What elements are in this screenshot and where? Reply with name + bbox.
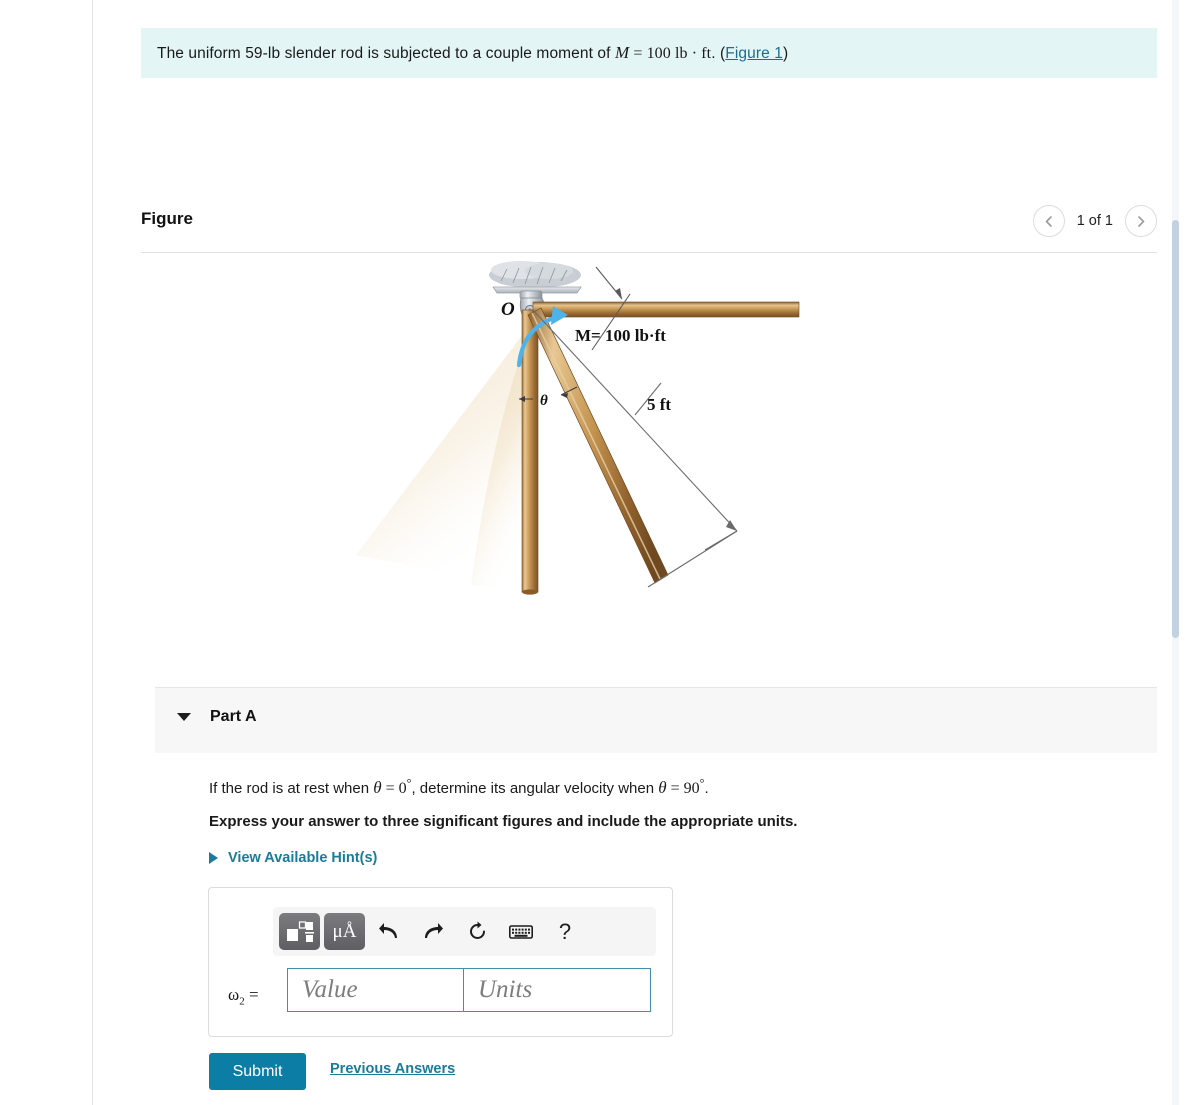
rod-diagram-svg: O M= 100 lb·ft θ 5 ft: [356, 261, 800, 595]
statement-period: . (: [711, 44, 726, 62]
reset-icon: [469, 921, 485, 939]
theta-symbol-1: θ: [373, 778, 382, 797]
math-template-button[interactable]: [279, 913, 320, 950]
theta-value-90: = 90: [666, 780, 700, 797]
length-dimension: [532, 309, 738, 588]
units-button[interactable]: μÅ: [324, 913, 365, 950]
omega-symbol: ω: [228, 985, 240, 1004]
view-hints-button[interactable]: View Available Hint(s): [209, 850, 377, 866]
pivot-label: O: [501, 299, 515, 320]
problem-statement-text: The uniform 59-lb slender rod is subject…: [141, 42, 788, 65]
part-a-header[interactable]: Part A: [155, 687, 1157, 753]
figure-next-button[interactable]: [1125, 205, 1157, 237]
answer-instruction: Express your answer to three significant…: [209, 813, 798, 830]
chevron-left-icon: [1045, 215, 1052, 227]
rod-inclined: [527, 307, 669, 584]
omega-subscript: 2: [239, 995, 245, 1008]
left-divider: [92, 0, 93, 1105]
statement-equals: =: [629, 44, 647, 62]
scrollbar-thumb[interactable]: [1172, 220, 1179, 638]
moment-label: M= 100 lb·ft: [575, 326, 666, 345]
answer-value-input[interactable]: Value: [287, 968, 465, 1012]
figure-1-link[interactable]: Figure 1: [725, 45, 783, 62]
question-text: If the rod is at rest when θ = 0°, deter…: [209, 776, 709, 798]
theta-value-0: = 0: [381, 780, 407, 797]
help-icon: ?: [558, 918, 572, 944]
submit-button[interactable]: Submit: [209, 1053, 306, 1090]
answer-units-input[interactable]: Units: [463, 968, 651, 1012]
part-a-label: Part A: [210, 708, 257, 725]
theta-symbol-2: θ: [658, 778, 667, 797]
previous-answers-link[interactable]: Previous Answers: [330, 1061, 455, 1077]
figure-title: Figure: [141, 209, 193, 228]
rod-vertical: [521, 309, 539, 595]
help-button[interactable]: ?: [545, 913, 585, 950]
symbol-M: M: [614, 42, 630, 62]
keyboard-icon: [509, 924, 533, 939]
figure-header: Figure 1 of 1: [141, 205, 1157, 249]
view-hints-label: View Available Hint(s): [228, 850, 378, 866]
question-end: .: [704, 780, 709, 797]
problem-statement: The uniform 59-lb slender rod is subject…: [141, 28, 1157, 78]
length-label: 5 ft: [647, 395, 671, 414]
keyboard-button[interactable]: [501, 913, 541, 950]
figure-illustration: O M= 100 lb·ft θ 5 ft: [141, 255, 1157, 655]
chevron-right-icon: [1138, 215, 1145, 227]
value-placeholder: Value: [302, 976, 358, 1003]
units-icon: μÅ: [332, 920, 357, 942]
math-toolbar: μÅ ?: [273, 907, 656, 956]
redo-button[interactable]: [413, 913, 453, 950]
figure-divider: [141, 252, 1157, 253]
undo-icon: [379, 922, 397, 938]
figure-page-count: 1 of 1: [1076, 213, 1113, 229]
figure-prev-button[interactable]: [1032, 205, 1065, 237]
question-mid: , determine its angular velocity when: [411, 780, 659, 797]
caret-down-icon[interactable]: [177, 713, 191, 721]
reset-button[interactable]: [457, 913, 497, 950]
statement-close: ): [782, 44, 789, 62]
math-template-icon: [286, 920, 314, 942]
moment-value: 100 lb · ft: [646, 44, 712, 62]
page-root: The uniform 59-lb slender rod is subject…: [0, 0, 1200, 1105]
rod-horizontal: [532, 301, 800, 318]
answer-entry-panel: μÅ ? ω2 = Value Units: [208, 887, 673, 1037]
figure-navigation: 1 of 1: [1032, 205, 1157, 237]
statement-part1: The uniform 59-lb slender rod is subject…: [157, 44, 615, 62]
angle-label: θ: [540, 393, 548, 409]
redo-icon: [425, 922, 443, 938]
units-placeholder: Units: [478, 976, 533, 1003]
support-ground-hatch: [489, 261, 581, 288]
question-pre: If the rod is at rest when: [209, 780, 374, 797]
undo-button[interactable]: [369, 913, 409, 950]
swept-area-2: [356, 321, 533, 590]
answer-equals: =: [248, 985, 259, 1004]
caret-right-icon: [209, 852, 218, 864]
answer-variable-label: ω2 =: [228, 985, 259, 1007]
